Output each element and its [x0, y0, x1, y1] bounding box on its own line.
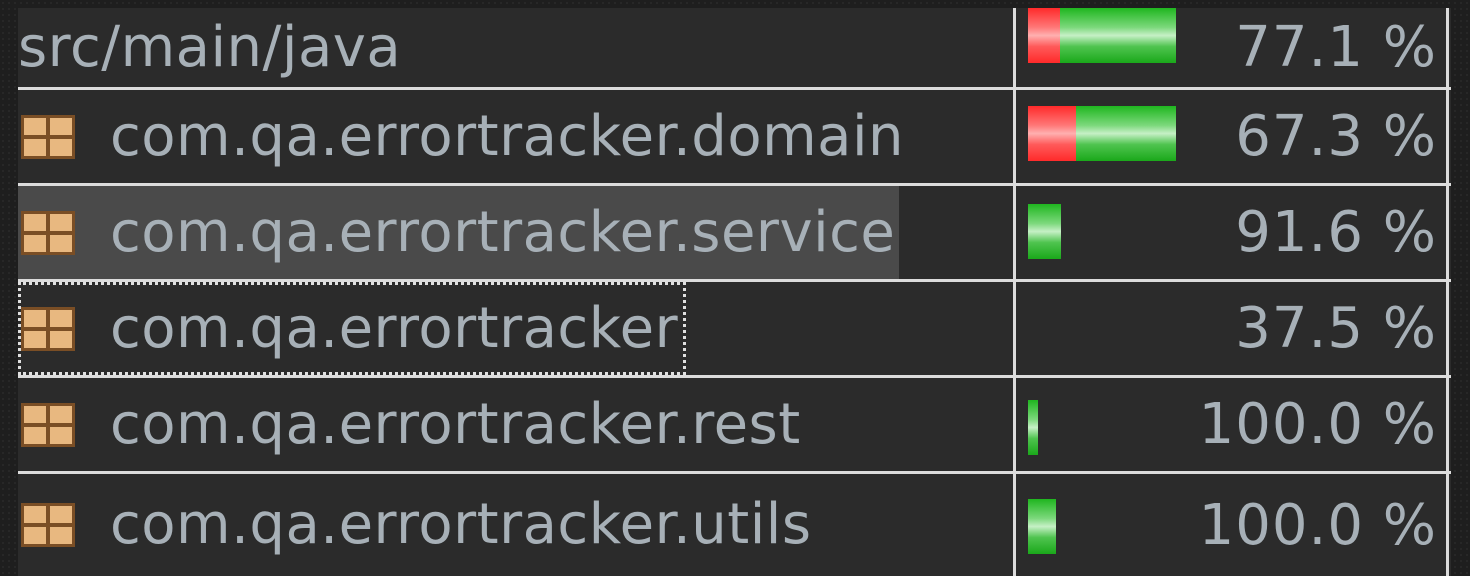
column-divider — [1013, 474, 1016, 576]
coverage-percent: 67.3 % — [1235, 104, 1437, 169]
column-divider — [1013, 186, 1016, 279]
coverage-percent: 91.6 % — [1235, 200, 1437, 265]
table-row[interactable]: com.qa.errortracker.utils 100.0 % — [18, 474, 1451, 576]
table-row[interactable]: com.qa.errortracker.domain 67.3 % — [18, 90, 1451, 186]
coverage-percent: 100.0 % — [1198, 492, 1437, 558]
table-row[interactable]: com.qa.errortracker.rest 100.0 % — [18, 378, 1451, 474]
column-divider — [1446, 474, 1449, 576]
coverage-table: src/main/java 77.1 % com.qa.errortracker… — [18, 8, 1451, 576]
table-row[interactable]: com.qa.errortracker.service 91.6 % — [18, 186, 1451, 282]
column-divider — [1013, 8, 1016, 87]
column-divider — [1013, 90, 1016, 183]
covered-segment — [1060, 8, 1176, 63]
column-divider — [1446, 282, 1449, 375]
coverage-bar — [1028, 400, 1038, 455]
column-divider — [1446, 8, 1449, 87]
table-row[interactable]: com.qa.errortracker 37.5 % — [18, 282, 1451, 378]
coverage-percent: 77.1 % — [1235, 15, 1437, 80]
row-label: com.qa.errortracker.domain — [110, 103, 905, 169]
row-label: com.qa.errortracker — [110, 295, 679, 361]
column-divider — [1013, 378, 1016, 471]
coverage-percent: 100.0 % — [1198, 392, 1437, 457]
package-icon — [20, 497, 76, 553]
column-divider — [1446, 90, 1449, 183]
name-cell-hovered: com.qa.errortracker.service — [18, 186, 900, 279]
column-divider — [1013, 282, 1016, 375]
coverage-bar — [1028, 204, 1061, 259]
coverage-bar — [1028, 106, 1176, 161]
name-cell: src/main/java — [18, 8, 401, 87]
name-cell: com.qa.errortracker.utils — [18, 474, 812, 576]
covered-segment — [1028, 499, 1056, 554]
coverage-percent: 37.5 % — [1235, 296, 1437, 361]
covered-segment — [1076, 106, 1176, 161]
row-label: com.qa.errortracker.service — [110, 199, 896, 265]
package-icon — [20, 109, 76, 165]
row-label: src/main/java — [18, 14, 402, 80]
package-icon — [20, 397, 76, 453]
name-cell: com.qa.errortracker.domain — [18, 90, 904, 183]
covered-segment — [1028, 204, 1061, 259]
row-label: com.qa.errortracker.rest — [110, 391, 801, 457]
package-icon — [20, 205, 76, 261]
coverage-bar — [1028, 8, 1176, 63]
covered-segment — [1028, 400, 1038, 455]
table-row-root[interactable]: src/main/java 77.1 % — [18, 8, 1451, 90]
coverage-bar — [1028, 499, 1056, 554]
column-divider — [1446, 186, 1449, 279]
row-label: com.qa.errortracker.utils — [110, 492, 812, 557]
missed-segment — [1028, 106, 1076, 161]
name-cell: com.qa.errortracker.rest — [18, 378, 801, 471]
column-divider — [1446, 378, 1449, 471]
package-icon — [20, 301, 76, 357]
missed-segment — [1028, 8, 1060, 63]
name-cell-focused: com.qa.errortracker — [18, 282, 687, 375]
